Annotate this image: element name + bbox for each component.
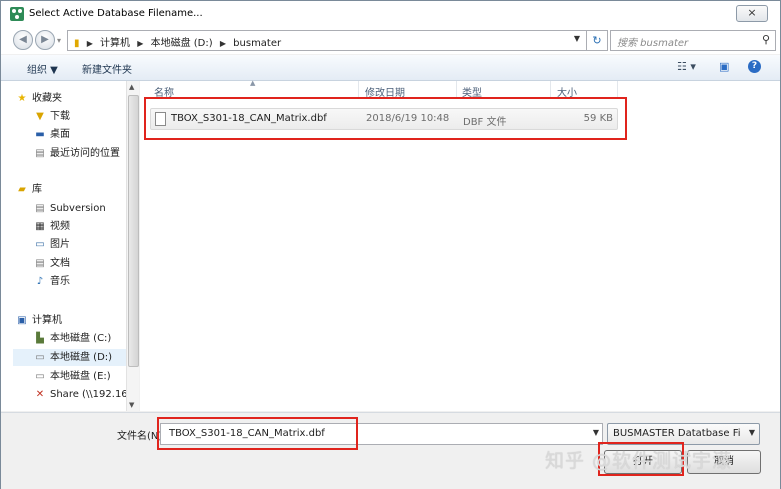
help-icon[interactable]: ? <box>748 60 761 73</box>
scroll-up-icon[interactable]: ▲ <box>129 83 134 91</box>
recent-locations-dropdown[interactable]: ▾ <box>57 36 61 45</box>
close-button[interactable]: × <box>736 5 768 22</box>
nav-recent-places[interactable]: ▤ 最近访问的位置 <box>33 145 120 162</box>
new-folder-button[interactable]: 新建文件夹 <box>82 61 132 76</box>
address-dropdown-icon[interactable]: ▼ <box>574 34 580 43</box>
drive-icon: ▭ <box>35 352 45 363</box>
dialog-window: Select Active Database Filename... × ◀ ▶… <box>0 0 781 489</box>
search-input[interactable]: 搜索 busmater ⚲ <box>610 30 776 51</box>
nav-documents[interactable]: ▤ 文档 <box>33 255 70 272</box>
filename-highlight-box <box>157 417 358 450</box>
sort-ascending-icon: ▲ <box>250 79 256 87</box>
back-button[interactable]: ◀ <box>13 30 33 50</box>
nav-downloads[interactable]: ▼ 下载 <box>33 108 70 125</box>
desktop-icon: ▬ <box>35 129 45 140</box>
window-title: Select Active Database Filename... <box>29 8 203 19</box>
document-icon: ▤ <box>35 258 45 269</box>
refresh-button[interactable]: ↻ <box>586 30 608 51</box>
nav-drive-c[interactable]: ▙ 本地磁盘 (C:) <box>33 330 111 347</box>
command-toolbar: 组织 ▼ 新建文件夹 ☷ ▾ ▣ ? <box>1 55 780 81</box>
filetype-dropdown-icon[interactable]: ▼ <box>749 428 755 437</box>
nav-network-share[interactable]: ✕ Share (\\192.16 <box>33 386 128 403</box>
address-bar[interactable]: ▮ ▶ 计算机 ▶ 本地磁盘 (D:) ▶ busmater ▼ <box>67 30 587 51</box>
star-icon: ★ <box>17 93 27 104</box>
network-drive-icon: ✕ <box>35 389 45 400</box>
breadcrumb-busmater[interactable]: busmater <box>233 38 281 49</box>
nav-scroll-thumb[interactable] <box>128 95 139 367</box>
recent-places-icon: ▤ <box>35 148 45 159</box>
nav-libraries[interactable]: ▰ 库 <box>15 181 42 198</box>
scroll-down-icon[interactable]: ▼ <box>129 401 134 409</box>
breadcrumb-computer[interactable]: 计算机 <box>100 38 130 49</box>
nav-computer[interactable]: ▣ 计算机 <box>15 312 62 329</box>
music-icon: ♪ <box>36 276 44 287</box>
search-placeholder: 搜索 busmater <box>617 38 689 49</box>
computer-icon: ▣ <box>17 315 27 326</box>
busmaster-app-icon <box>10 7 24 21</box>
view-options-icon[interactable]: ☷ ▾ <box>677 60 696 73</box>
download-folder-icon: ▼ <box>36 111 44 122</box>
folder-icon: ▮ <box>74 38 80 49</box>
video-icon: ▦ <box>35 221 45 232</box>
search-icon[interactable]: ⚲ <box>762 33 770 46</box>
picture-icon: ▭ <box>35 239 45 250</box>
filename-dropdown-icon[interactable]: ▼ <box>593 428 599 437</box>
filetype-value: BUSMASTER Datatbase File( <box>613 428 741 439</box>
nav-drive-e[interactable]: ▭ 本地磁盘 (E:) <box>33 368 110 385</box>
drive-icon: ▭ <box>35 371 45 382</box>
nav-favorites[interactable]: ★ 收藏夹 <box>15 90 62 107</box>
title-bar: Select Active Database Filename... × <box>1 1 780 27</box>
file-highlight-box <box>144 97 627 140</box>
breadcrumb-drive-d[interactable]: 本地磁盘 (D:) <box>151 38 213 49</box>
navigation-pane: ★ 收藏夹 ▼ 下载 ▬ 桌面 ▤ 最近访问的位置 ▰ 库 ▤ Subversion ▦ 视频… <box>1 81 139 411</box>
nav-scrollbar[interactable]: ▲ ▼ <box>126 81 139 411</box>
library-icon: ▰ <box>18 184 26 195</box>
nav-music[interactable]: ♪ 音乐 <box>33 273 70 290</box>
system-drive-icon: ▙ <box>36 333 44 344</box>
forward-button[interactable]: ▶ <box>35 30 55 50</box>
nav-videos[interactable]: ▦ 视频 <box>33 218 70 235</box>
preview-pane-icon[interactable]: ▣ <box>719 60 729 73</box>
breadcrumb: ▮ ▶ 计算机 ▶ 本地磁盘 (D:) ▶ busmater <box>74 38 282 49</box>
nav-drive-d[interactable]: ▭ 本地磁盘 (D:) <box>13 349 127 366</box>
document-icon: ▤ <box>35 203 45 214</box>
organize-button[interactable]: 组织 ▼ <box>27 61 58 76</box>
address-row: ◀ ▶ ▾ ▮ ▶ 计算机 ▶ 本地磁盘 (D:) ▶ busmater ▼ ↻… <box>1 27 780 54</box>
watermark-text: 知乎 @软件测试宇濛 <box>545 450 733 472</box>
nav-subversion[interactable]: ▤ Subversion <box>33 200 105 217</box>
nav-desktop[interactable]: ▬ 桌面 <box>33 126 70 143</box>
nav-pictures[interactable]: ▭ 图片 <box>33 236 70 253</box>
